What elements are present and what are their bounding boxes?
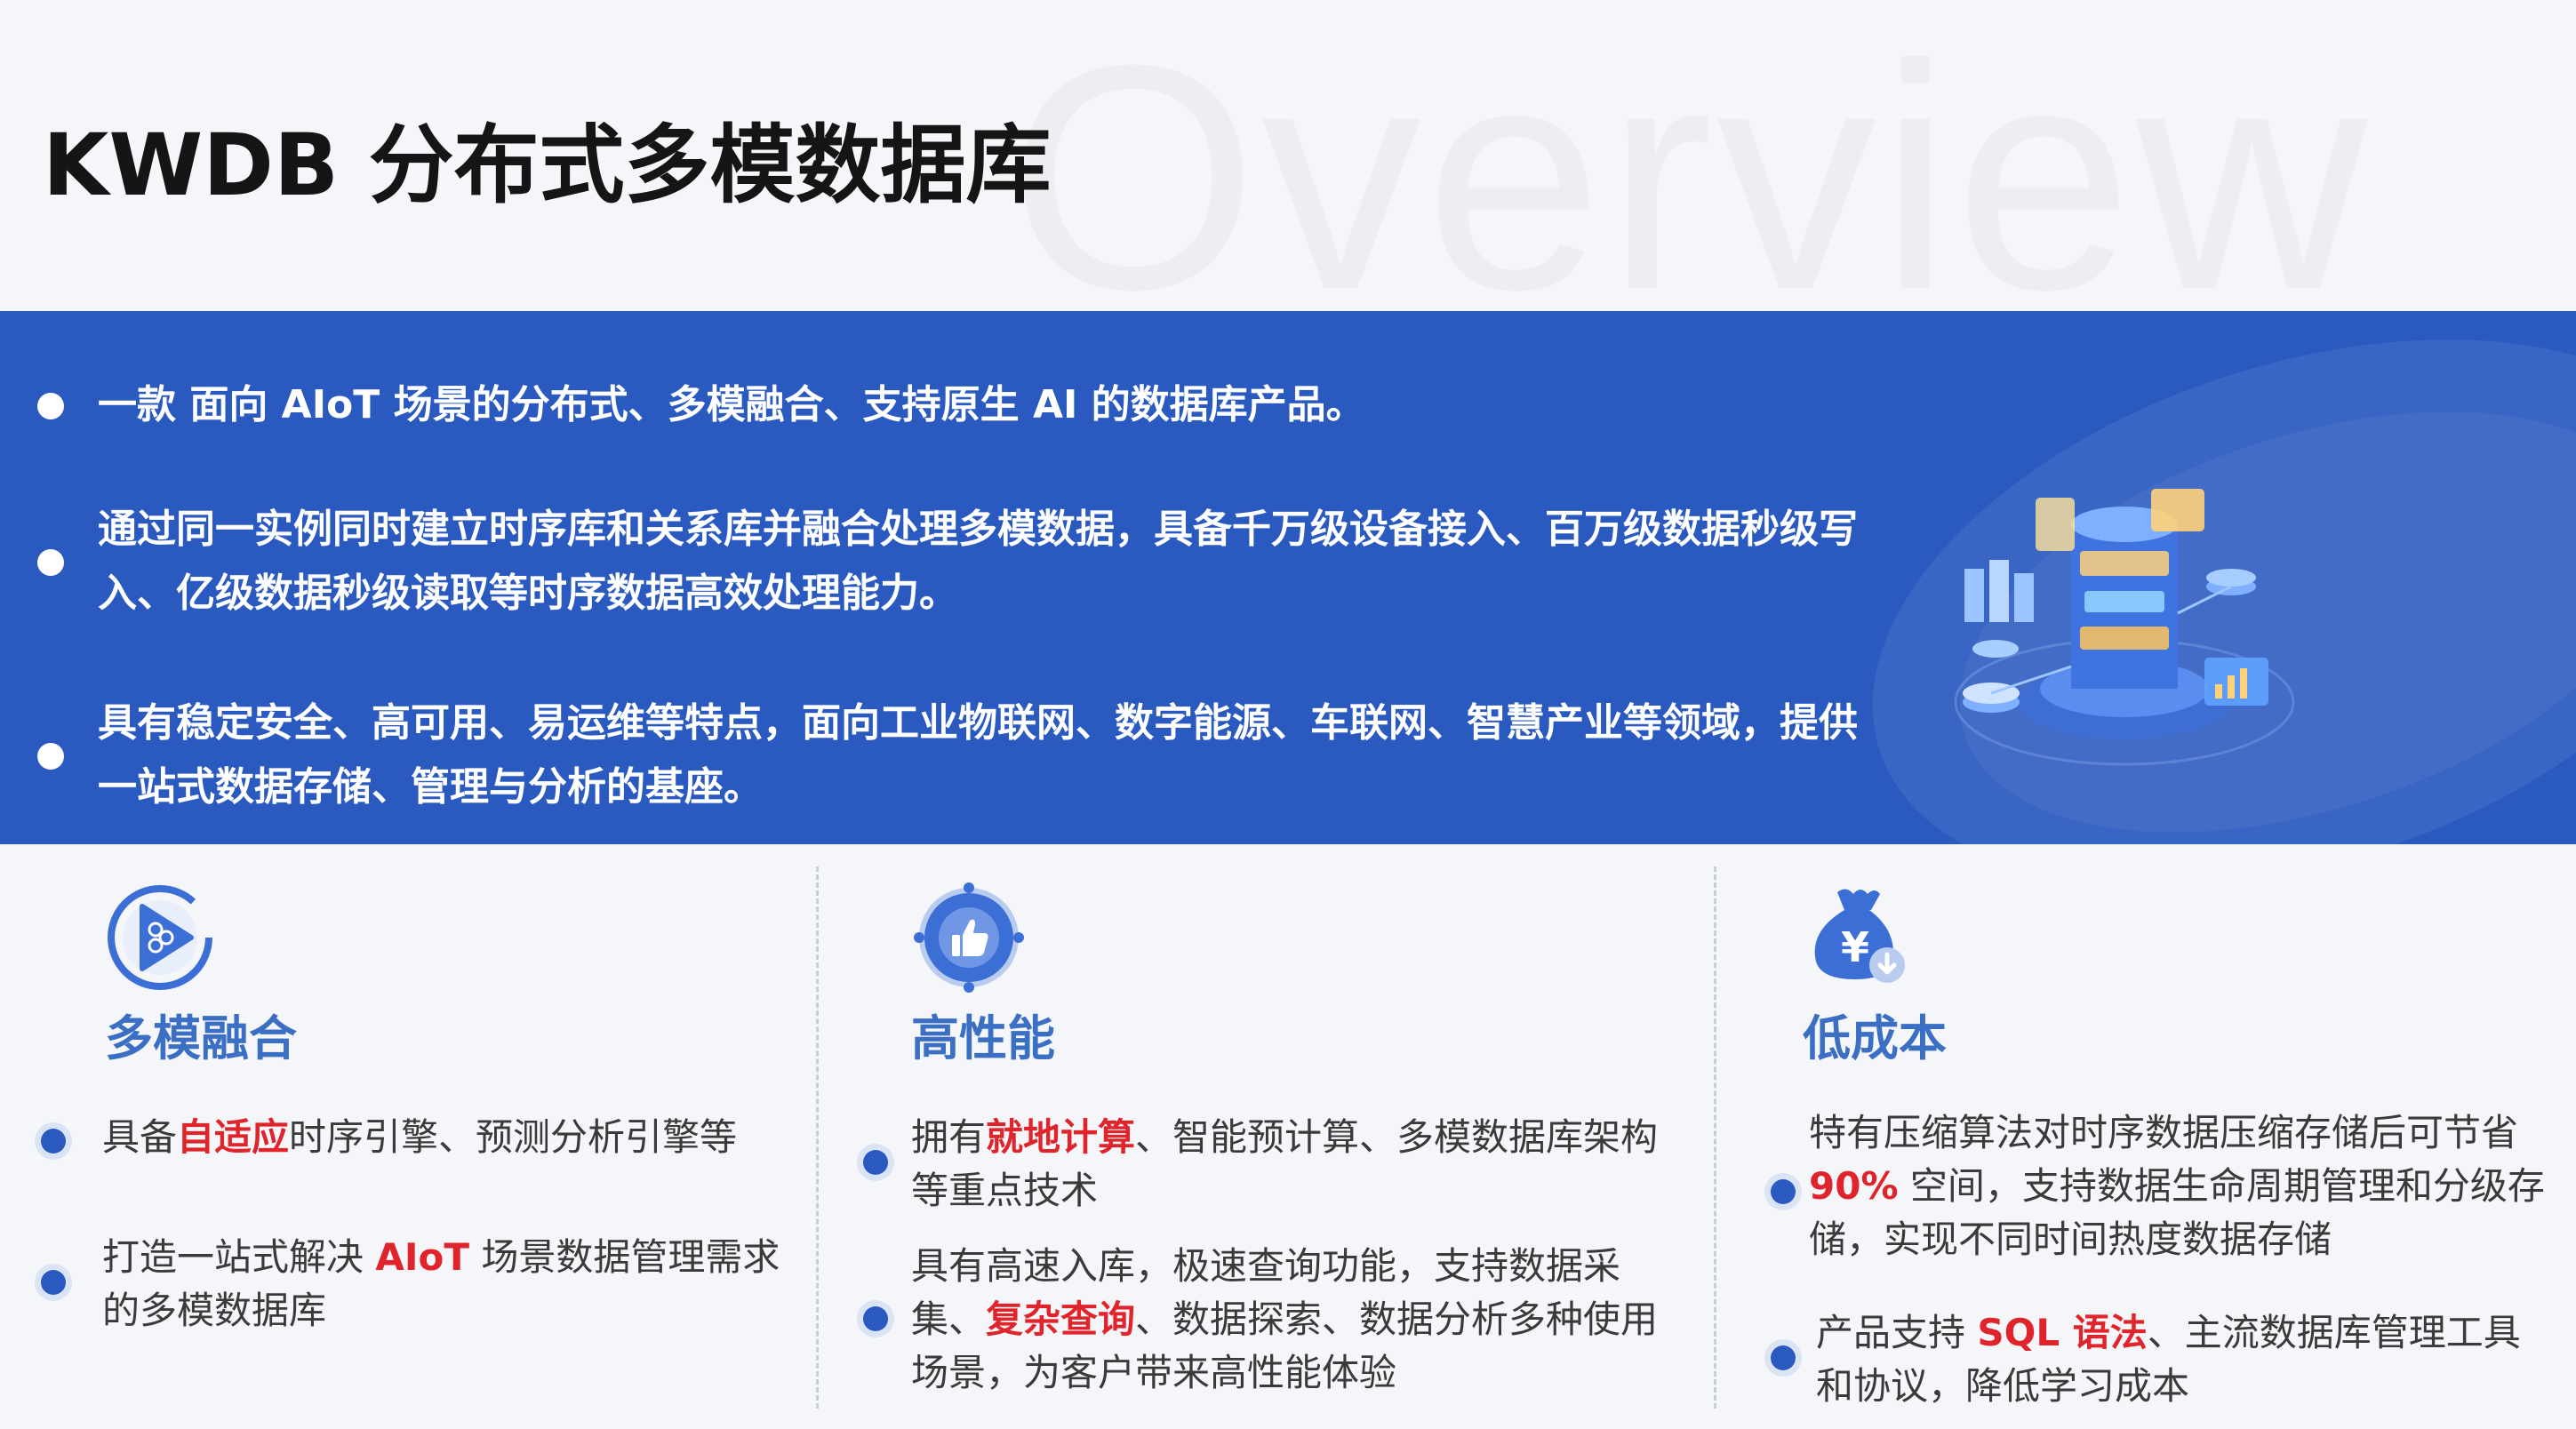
item-highlight: 90% xyxy=(1809,1164,1899,1208)
database-platform-illustration xyxy=(1954,489,2295,766)
item-dot xyxy=(863,1150,888,1175)
banner-bullet-text: 一款 面向 AIoT 场景的分布式、多模融合、支持原生 AI 的数据库产品。 xyxy=(98,382,1365,427)
column-title: 高性能 xyxy=(911,1010,1055,1066)
feature-item-text: 拥有就地计算、智能预计算、多模数据库架构等重点技术 xyxy=(911,1111,1693,1217)
item-highlight: SQL 语法 xyxy=(1977,1311,2148,1354)
bullet-dot xyxy=(37,393,64,419)
multimodel-play-icon xyxy=(108,885,212,990)
feature-item-text: 特有压缩算法对时序数据压缩存储后可节省 90% 空间，支持数据生命周期管理和分级… xyxy=(1809,1106,2551,1266)
column-divider xyxy=(816,866,819,1409)
item-text-before: 产品支持 xyxy=(1816,1311,1978,1354)
item-dot xyxy=(1771,1345,1796,1370)
item-highlight: 自适应 xyxy=(177,1115,290,1159)
item-text-before: 特有压缩算法对时序数据压缩存储后可节省 xyxy=(1809,1111,2519,1154)
item-text-before: 拥有 xyxy=(911,1115,987,1159)
item-dot xyxy=(863,1306,888,1331)
feature-item-text: 具有高速入库，极速查询功能，支持数据采集、复杂查询、数据探索、数据分析多种使用场… xyxy=(911,1240,1693,1400)
item-text-after: 时序引擎、预测分析引擎等 xyxy=(289,1115,738,1159)
feature-column-multimodel: 多模融合 具备自适应时序引擎、预测分析引擎等 打造一站式解决 AIoT 场景数据… xyxy=(0,853,813,1422)
thumbs-up-icon xyxy=(914,882,1024,993)
item-text-before: 打造一站式解决 xyxy=(102,1235,376,1279)
item-highlight: AIoT xyxy=(375,1235,469,1279)
svg-text:¥: ¥ xyxy=(1841,923,1869,971)
money-bag-icon: ¥ xyxy=(1814,889,1905,983)
item-highlight: 就地计算 xyxy=(986,1115,1136,1159)
item-dot xyxy=(41,1270,66,1295)
intro-banner: 一款 面向 AIoT 场景的分布式、多模融合、支持原生 AI 的数据库产品。 通… xyxy=(0,311,2576,844)
item-dot xyxy=(1771,1179,1796,1204)
item-text-after: 空间，支持数据生命周期管理和分级存储，实现不同时间热度数据存储 xyxy=(1809,1164,2545,1261)
banner-bullet-text: 具有稳定安全、高可用、易运维等特点，面向工业物联网、数字能源、车联网、智慧产业等… xyxy=(98,700,1858,810)
feature-item-text: 具备自适应时序引擎、预测分析引擎等 xyxy=(102,1111,796,1164)
banner-bullet-text: 通过同一实例同时建立时序库和关系库并融合处理多模数据，具备千万级设备接入、百万级… xyxy=(98,507,1858,616)
item-highlight: 复杂查询 xyxy=(986,1297,1136,1341)
page-title: KWDB 分布式多模数据库 xyxy=(43,116,1052,215)
column-divider xyxy=(1714,866,1716,1409)
column-title: 多模融合 xyxy=(105,1010,297,1066)
feature-column-cost: ¥ 低成本 特有压缩算法对时序数据压缩存储后可节省 90% 空间，支持数据生命周… xyxy=(1724,853,2569,1422)
bullet-dot xyxy=(37,743,64,770)
feature-item-text: 打造一站式解决 AIoT 场景数据管理需求的多模数据库 xyxy=(102,1231,796,1337)
feature-item-text: 产品支持 SQL 语法、主流数据库管理工具和协议，降低学习成本 xyxy=(1816,1306,2551,1413)
column-title: 低成本 xyxy=(1803,1010,1947,1066)
feature-column-performance: 高性能 拥有就地计算、智能预计算、多模数据库架构等重点技术 具有高速入库，极速查… xyxy=(827,853,1711,1422)
bullet-dot xyxy=(37,549,64,576)
item-dot xyxy=(41,1129,66,1154)
item-text-before: 具备 xyxy=(102,1115,178,1159)
overview-watermark: Overview xyxy=(1009,0,2372,356)
